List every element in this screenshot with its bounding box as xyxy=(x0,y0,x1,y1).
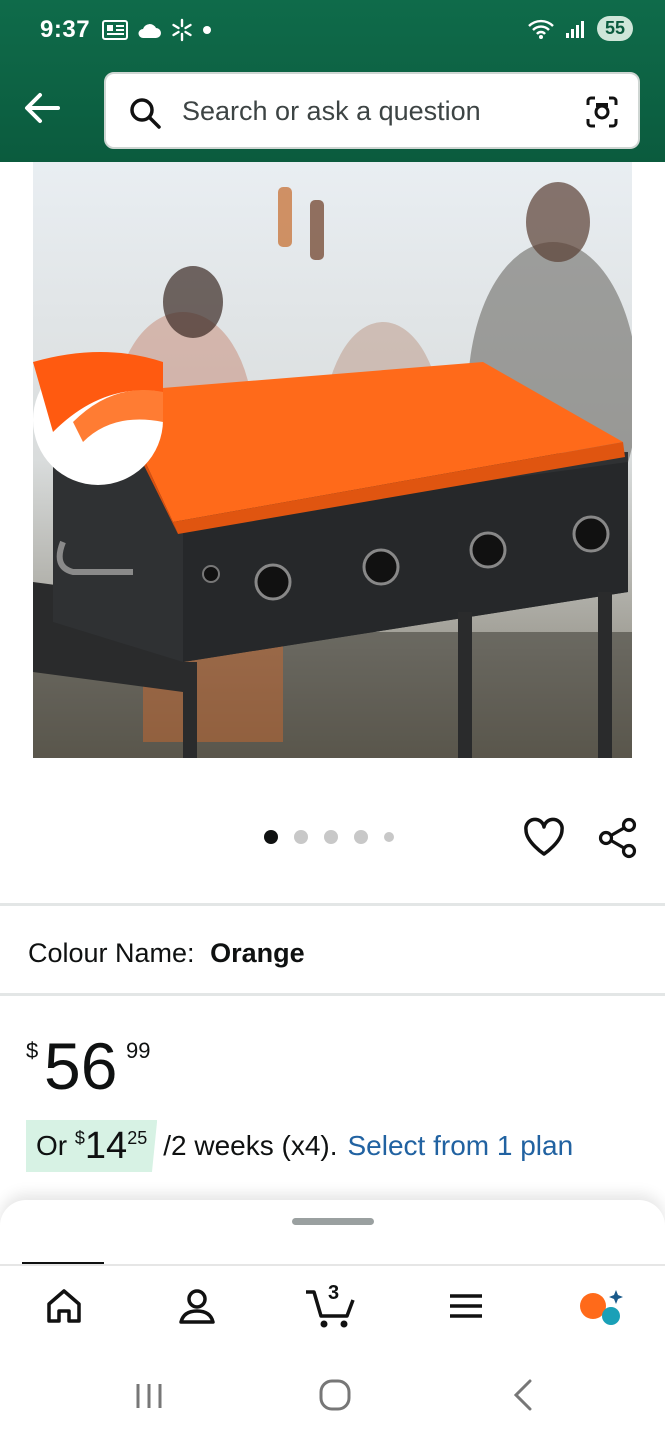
product-image[interactable] xyxy=(33,162,632,758)
bottom-nav: 3 xyxy=(0,1264,665,1356)
griddle-illustration xyxy=(33,162,632,758)
installment-row: Or $ 14 25 /2 weeks (x4). Select from 1 … xyxy=(26,1120,573,1172)
installment-whole: 14 xyxy=(84,1124,128,1167)
installment-badge: Or $ 14 25 xyxy=(26,1120,158,1172)
colour-value: Orange xyxy=(210,938,305,968)
colour-name-row: Colour Name: Orange xyxy=(28,938,305,969)
bottom-sheet[interactable] xyxy=(0,1200,665,1270)
cart-button[interactable]: 3 xyxy=(304,1282,358,1330)
image-carousel-dots[interactable] xyxy=(264,830,394,844)
search-input[interactable]: Search or ask a question xyxy=(104,72,640,149)
installment-prefix: Or xyxy=(36,1130,68,1161)
status-right-icons: 55 xyxy=(527,16,633,41)
top-header: 9:37 55 Search or ask a question xyxy=(0,0,665,162)
carousel-dot[interactable] xyxy=(294,830,308,844)
divider xyxy=(0,993,665,996)
recents-icon[interactable] xyxy=(134,1380,166,1412)
menu-icon[interactable] xyxy=(448,1286,484,1326)
dot-icon xyxy=(203,26,211,34)
carousel-dot[interactable] xyxy=(354,830,368,844)
share-icon[interactable] xyxy=(596,816,640,860)
select-plan-link[interactable]: Select from 1 plan xyxy=(348,1130,574,1162)
status-left-icons xyxy=(102,18,212,42)
cloud-icon xyxy=(138,24,161,38)
carousel-dot[interactable] xyxy=(384,832,394,842)
status-time: 9:37 xyxy=(40,16,91,43)
back-arrow-icon[interactable] xyxy=(20,86,64,130)
carousel-dot[interactable] xyxy=(264,830,278,844)
colour-label: Colour Name: xyxy=(28,938,195,968)
system-nav-bar xyxy=(0,1354,665,1440)
wifi-icon xyxy=(528,19,554,39)
signal-icon xyxy=(565,20,584,38)
rufus-assistant-icon[interactable] xyxy=(578,1286,624,1330)
wishlist-heart-icon[interactable] xyxy=(522,816,566,860)
installment-fraction: 25 xyxy=(127,1127,148,1148)
system-back-icon[interactable] xyxy=(508,1378,538,1412)
price-whole: 56 xyxy=(44,1029,118,1103)
price-currency: $ xyxy=(26,1038,39,1063)
divider xyxy=(0,903,665,906)
news-icon xyxy=(102,20,128,40)
installment-terms: /2 weeks (x4). xyxy=(163,1130,338,1161)
cart-count: 3 xyxy=(328,1282,340,1304)
camera-search-icon[interactable] xyxy=(584,94,620,130)
search-placeholder: Search or ask a question xyxy=(182,96,481,126)
walmart-spark-icon xyxy=(172,18,192,42)
price-fraction: 99 xyxy=(126,1038,151,1063)
account-icon[interactable] xyxy=(177,1286,217,1326)
sheet-drag-handle[interactable] xyxy=(292,1218,374,1225)
home-icon[interactable] xyxy=(44,1286,84,1326)
home-system-icon[interactable] xyxy=(318,1378,352,1412)
carousel-dot[interactable] xyxy=(324,830,338,844)
battery-indicator: 55 xyxy=(596,16,633,41)
installment-currency: $ xyxy=(74,1127,85,1148)
search-icon xyxy=(130,98,161,129)
status-bar: 9:37 55 xyxy=(0,0,665,62)
